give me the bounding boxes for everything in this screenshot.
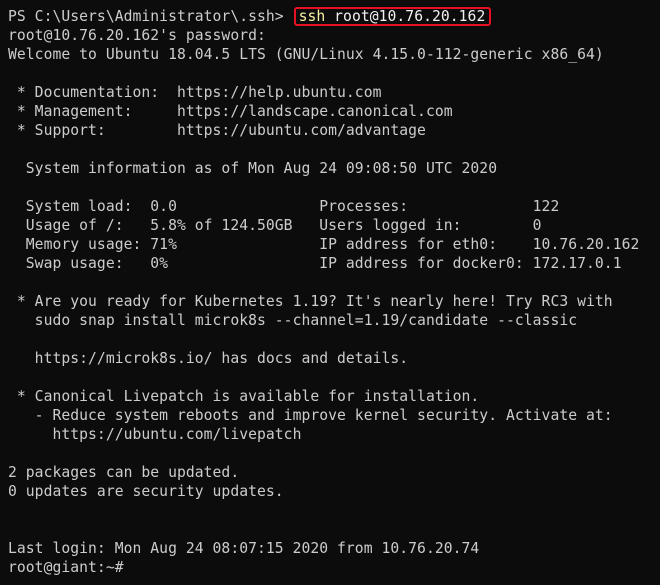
security-updates-line: 0 updates are security updates. (8, 483, 284, 500)
livepatch-url-line: https://ubuntu.com/livepatch (8, 426, 302, 443)
system-load-line: System load: 0.0 Processes: 122 (8, 198, 560, 215)
support-line: * Support: https://ubuntu.com/advantage (8, 122, 426, 139)
packages-update-line: 2 packages can be updated. (8, 464, 240, 481)
microk8s-install-line: sudo snap install microk8s --channel=1.1… (8, 312, 578, 329)
welcome-line: Welcome to Ubuntu 18.04.5 LTS (GNU/Linux… (8, 46, 604, 63)
management-line: * Management: https://landscape.canonica… (8, 103, 453, 120)
shell-prompt-line[interactable]: root@giant:~# (8, 558, 660, 577)
documentation-line: * Documentation: https://help.ubuntu.com (8, 84, 382, 101)
ssh-command-target: root@10.76.20.162 (325, 8, 486, 25)
microk8s-docs-line: https://microk8s.io/ has docs and detail… (8, 350, 409, 367)
powershell-prompt: PS C:\Users\Administrator\.ssh> (8, 8, 293, 25)
kubernetes-notice-line: * Are you ready for Kubernetes 1.19? It'… (8, 293, 613, 310)
livepatch-notice-line: * Canonical Livepatch is available for i… (8, 388, 480, 405)
ssh-command-highlight: ssh root@10.76.20.162 (293, 7, 492, 26)
password-prompt-line: root@10.76.20.162's password: (8, 27, 266, 44)
disk-usage-line: Usage of /: 5.8% of 124.50GB Users logge… (8, 217, 542, 234)
powershell-prompt-line: PS C:\Users\Administrator\.ssh> ssh root… (8, 7, 660, 26)
swap-usage-line: Swap usage: 0% IP address for docker0: 1… (8, 255, 622, 272)
memory-usage-line: Memory usage: 71% IP address for eth0: 1… (8, 236, 640, 253)
terminal-window[interactable]: PS C:\Users\Administrator\.ssh> ssh root… (0, 0, 660, 585)
last-login-line: Last login: Mon Aug 24 08:07:15 2020 fro… (8, 540, 480, 557)
livepatch-detail-line: - Reduce system reboots and improve kern… (8, 407, 613, 424)
shell-prompt: root@giant:~# (8, 559, 124, 576)
system-info-header-line: System information as of Mon Aug 24 09:0… (8, 160, 498, 177)
ssh-command-keyword: ssh (298, 8, 326, 25)
